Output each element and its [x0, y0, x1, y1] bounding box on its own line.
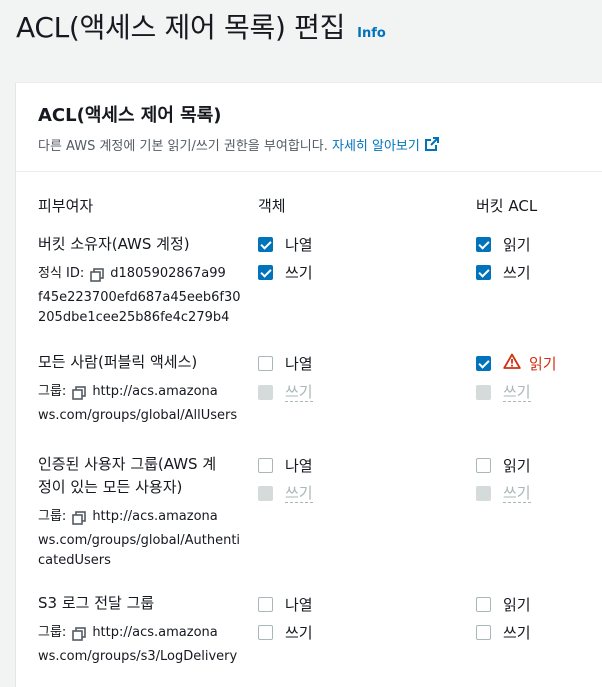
perm-bucket-write[interactable]: 쓰기	[476, 622, 531, 642]
checkbox[interactable]	[258, 236, 273, 252]
checkbox[interactable]	[258, 264, 273, 280]
checkbox[interactable]	[258, 457, 273, 473]
grantee-bucket-owner: 버킷 소유자(AWS 계정) 정식 ID: d1805902867a99 f45…	[38, 233, 241, 330]
perm-bucket-read[interactable]: 읽기	[476, 353, 557, 373]
panel-title: ACL(액세스 제어 목록)	[38, 105, 222, 126]
perm-label: 읽기	[529, 354, 557, 373]
canonical-id-part: d1805902867a99	[110, 266, 226, 281]
panel-description: 다른 AWS 계정에 기본 읽기/쓰기 권한을 부여합니다. 자세히 알아보기	[38, 135, 440, 156]
perm-object-write[interactable]: 쓰기	[258, 262, 313, 282]
grantee-name-line: 정이 있는 모든 사용자)	[38, 478, 183, 496]
group-line: 그룹: http://acs.amazona	[38, 505, 240, 529]
perm-object-list[interactable]: 나열	[258, 234, 313, 254]
perm-label: 쓰기	[285, 623, 313, 642]
group-label: 그룹:	[38, 509, 67, 524]
checkbox[interactable]	[476, 596, 491, 612]
perm-label: 쓰기	[285, 263, 313, 282]
group-label: 그룹:	[38, 384, 67, 399]
copy-icon[interactable]	[90, 267, 105, 282]
perm-object-list[interactable]: 나열	[258, 353, 313, 373]
group-url-part: http://acs.amazona	[92, 625, 218, 640]
perm-bucket-write[interactable]: 쓰기	[476, 262, 531, 282]
perm-label: 쓰기	[285, 382, 313, 402]
checkbox[interactable]	[476, 236, 491, 252]
canonical-id-part: 205dbe1cee25b86fe4c279b4	[38, 310, 230, 325]
panel-header: ACL(액세스 제어 목록) 다른 AWS 계정에 기본 읽기/쓰기 권한을 부…	[38, 101, 440, 156]
perm-bucket-read[interactable]: 읽기	[476, 594, 531, 614]
grantee-name: 버킷 소유자(AWS 계정)	[38, 235, 190, 253]
grantee-everyone: 모든 사람(퍼블릭 액세스) 그룹: http://acs.amazona ws…	[38, 351, 237, 428]
perm-label: 나열	[285, 456, 313, 475]
perm-label: 읽기	[503, 235, 531, 254]
perm-label: 쓰기	[503, 483, 531, 503]
group-url-part: ws.com/groups/s3/LogDelivery	[38, 649, 238, 664]
checkbox	[476, 384, 491, 400]
checkbox[interactable]	[476, 264, 491, 280]
group-line: 그룹: http://acs.amazona	[38, 621, 237, 645]
perm-label: 나열	[285, 354, 313, 373]
checkbox[interactable]	[258, 355, 273, 371]
group-url-part: http://acs.amazona	[92, 384, 218, 399]
learn-more-link[interactable]: 자세히 알아보기	[332, 139, 420, 154]
group-url-part: http://acs.amazona	[92, 509, 218, 524]
perm-label: 쓰기	[503, 382, 531, 402]
checkbox	[258, 485, 273, 501]
page-title: ACL(액세스 제어 목록) 편집	[16, 11, 346, 44]
group-label: 그룹:	[38, 625, 67, 640]
perm-label: 나열	[285, 595, 313, 614]
column-header-grantee: 피부여자	[38, 197, 94, 215]
column-header-object: 객체	[258, 197, 286, 215]
checkbox[interactable]	[476, 624, 491, 640]
grantee-authenticated-users: 인증된 사용자 그룹(AWS 계 정이 있는 모든 사용자) 그룹: http:…	[38, 453, 240, 573]
copy-icon[interactable]	[72, 385, 87, 400]
grantee-name: 모든 사람(퍼블릭 액세스)	[38, 353, 198, 371]
perm-object-list[interactable]: 나열	[258, 594, 313, 614]
group-line: 그룹: http://acs.amazona	[38, 380, 237, 404]
external-link-icon[interactable]	[424, 136, 440, 156]
grantee-name: S3 로그 전달 그룹	[38, 594, 155, 612]
perm-label: 읽기	[503, 456, 531, 475]
column-header-bucket-acl: 버킷 ACL	[476, 197, 538, 215]
perm-bucket-read[interactable]: 읽기	[476, 455, 531, 475]
grantee-s3-log-delivery: S3 로그 전달 그룹 그룹: http://acs.amazona ws.co…	[38, 592, 237, 669]
copy-icon[interactable]	[72, 510, 87, 525]
warning-icon	[503, 353, 521, 373]
perm-bucket-write: 쓰기	[476, 483, 531, 503]
canonical-id-label: 정식 ID:	[38, 266, 85, 281]
page-header: ACL(액세스 제어 목록) 편집 Info	[16, 6, 386, 46]
perm-bucket-read[interactable]: 읽기	[476, 234, 531, 254]
checkbox	[476, 485, 491, 501]
perm-object-write[interactable]: 쓰기	[258, 622, 313, 642]
group-url-part: ws.com/groups/global/AllUsers	[38, 408, 238, 423]
checkbox[interactable]	[258, 596, 273, 612]
panel-divider	[16, 171, 602, 172]
checkbox[interactable]	[476, 457, 491, 473]
grantee-name-line: 인증된 사용자 그룹(AWS 계	[38, 455, 217, 473]
perm-label: 쓰기	[503, 623, 531, 642]
panel-description-text: 다른 AWS 계정에 기본 읽기/쓰기 권한을 부여합니다.	[38, 139, 328, 154]
perm-label: 쓰기	[503, 263, 531, 282]
perm-label: 읽기	[503, 595, 531, 614]
perm-bucket-write: 쓰기	[476, 382, 531, 402]
copy-icon[interactable]	[72, 626, 87, 641]
acl-panel: ACL(액세스 제어 목록) 다른 AWS 계정에 기본 읽기/쓰기 권한을 부…	[16, 82, 602, 687]
info-link[interactable]: Info	[357, 26, 386, 41]
canonical-id-line: 정식 ID: d1805902867a99	[38, 262, 241, 286]
perm-label: 쓰기	[285, 483, 313, 503]
perm-label: 나열	[285, 235, 313, 254]
checkbox[interactable]	[476, 355, 491, 371]
perm-object-write: 쓰기	[258, 483, 313, 503]
checkbox	[258, 384, 273, 400]
perm-object-list[interactable]: 나열	[258, 455, 313, 475]
perm-object-write: 쓰기	[258, 382, 313, 402]
checkbox[interactable]	[258, 624, 273, 640]
